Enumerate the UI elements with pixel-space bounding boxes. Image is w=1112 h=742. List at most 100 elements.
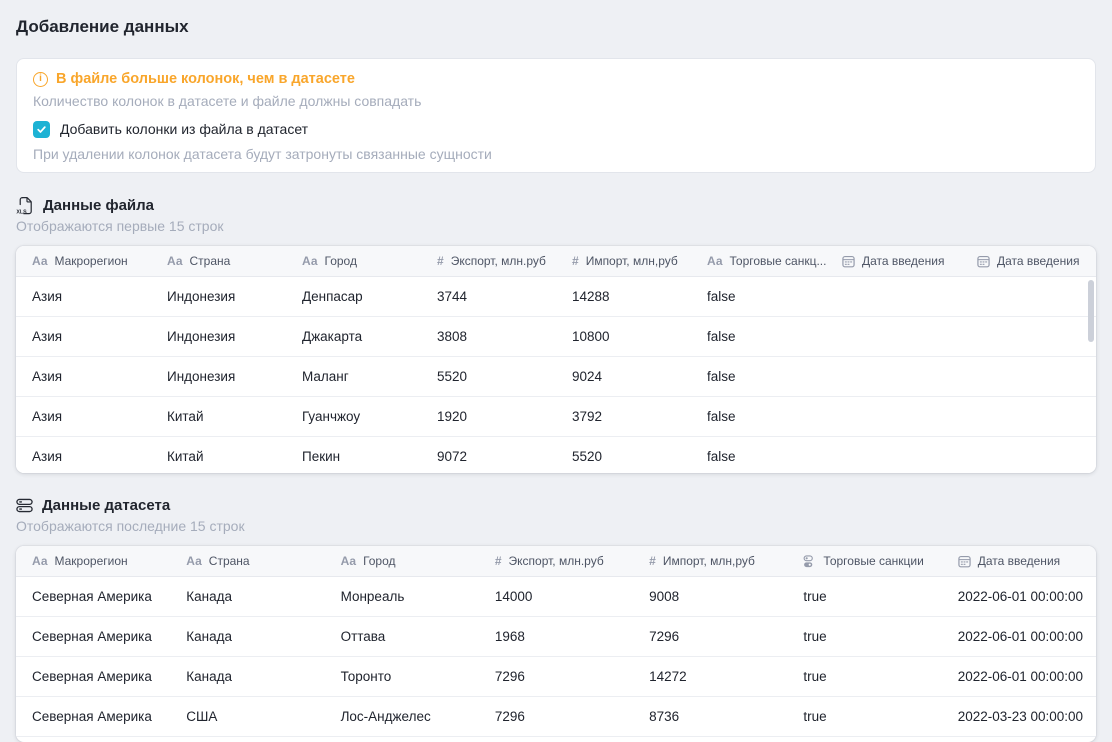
column-header[interactable]: #Экспорт, млн.руб bbox=[421, 254, 556, 268]
table-cell: Канада bbox=[170, 589, 324, 604]
checkmark-icon bbox=[36, 124, 47, 135]
add-columns-checkbox[interactable] bbox=[33, 121, 50, 138]
notice-note: При удалении колонок датасета будут затр… bbox=[33, 146, 1079, 162]
notice-card: i В файле больше колонок, чем в датасете… bbox=[16, 58, 1096, 173]
table-cell: Северная Америка bbox=[16, 669, 170, 684]
file-table: Аа Макрорегион Аа Страна Аа Город #Экспорт, мл… bbox=[16, 246, 1096, 473]
table-cell: Северная Америка bbox=[16, 709, 170, 724]
column-header[interactable]: Дата введения bbox=[942, 554, 1096, 568]
text-type-icon: Аа bbox=[167, 255, 183, 267]
column-header[interactable]: АаСтрана bbox=[170, 554, 324, 568]
text-type-icon: Аа bbox=[32, 555, 48, 567]
column-header[interactable]: #Экспорт, млн.руб bbox=[479, 554, 633, 568]
column-header[interactable]: #Импорт, млн,руб bbox=[556, 254, 691, 268]
table-cell: 10800 bbox=[556, 329, 691, 344]
table-cell: Азия bbox=[16, 369, 151, 384]
table-cell: false bbox=[691, 369, 826, 384]
table-cell: Гуанчжоу bbox=[286, 409, 421, 424]
table-cell: 2022-03-23 00:00:00 bbox=[942, 709, 1096, 724]
table-row: АзияКитайГуанчжоу19203792false bbox=[16, 397, 1096, 437]
notice-title: В файле больше колонок, чем в датасете bbox=[56, 71, 355, 87]
table-cell: 2022-06-01 00:00:00 bbox=[942, 589, 1096, 604]
table-cell: 5520 bbox=[556, 449, 691, 464]
table-cell: true bbox=[787, 589, 941, 604]
column-header[interactable]: Аа Город bbox=[286, 254, 421, 268]
date-type-icon bbox=[842, 255, 855, 268]
table-vertical-scrollbar[interactable] bbox=[1088, 280, 1094, 342]
table-cell: Маланг bbox=[286, 369, 421, 384]
table-cell: Джакарта bbox=[286, 329, 421, 344]
table-cell: США bbox=[170, 709, 324, 724]
text-type-icon: Аа bbox=[32, 255, 48, 267]
column-label: Город bbox=[325, 254, 357, 268]
table-cell: Лос-Анджелес bbox=[325, 709, 479, 724]
table-cell: false bbox=[691, 329, 826, 344]
table-header-row: Аа Макрорегион Аа Страна Аа Город #Экспорт, мл… bbox=[16, 246, 1096, 277]
column-header[interactable]: Аа Город bbox=[325, 554, 479, 568]
number-type-icon: # bbox=[437, 255, 444, 267]
column-label: Экспорт, млн.руб bbox=[509, 554, 604, 568]
table-cell: 3792 bbox=[556, 409, 691, 424]
table-cell: 9008 bbox=[633, 589, 787, 604]
table-row: АзияКитайПекин90725520false bbox=[16, 437, 1096, 473]
table-body: Северная АмерикаКанадаМонреаль140009008t… bbox=[16, 577, 1096, 737]
table-row: Северная АмерикаКанадаОттава19687296true… bbox=[16, 617, 1096, 657]
table-cell: Китай bbox=[151, 449, 286, 464]
table-cell: 5520 bbox=[421, 369, 556, 384]
info-icon: i bbox=[33, 72, 48, 87]
table-cell: Канада bbox=[170, 629, 324, 644]
column-label: Страна bbox=[190, 254, 231, 268]
table-cell: false bbox=[691, 289, 826, 304]
table-header-row: АаМакрорегионАаСтранаАаГород#Экспорт, мл… bbox=[16, 546, 1096, 577]
table-cell: 14000 bbox=[479, 589, 633, 604]
table-cell: 14272 bbox=[633, 669, 787, 684]
table-cell: Индонезия bbox=[151, 369, 286, 384]
column-header[interactable]: #Импорт, млн,руб bbox=[633, 554, 787, 568]
table-row: Северная АмерикаСШАЛос-Анджелес72968736t… bbox=[16, 697, 1096, 737]
column-label: Город bbox=[363, 554, 395, 568]
table-row: АзияИндонезияМаланг55209024false bbox=[16, 357, 1096, 397]
number-type-icon: # bbox=[572, 255, 579, 267]
text-type-icon: Аа bbox=[341, 555, 357, 567]
page-title: Добавление данных bbox=[16, 0, 1096, 37]
table-cell: 2022-06-01 00:00:00 bbox=[942, 669, 1096, 684]
table-cell: Китай bbox=[151, 409, 286, 424]
date-type-icon bbox=[977, 255, 990, 268]
table-cell: Денпасар bbox=[286, 289, 421, 304]
table-cell: 1920 bbox=[421, 409, 556, 424]
file-section-title: Данные файла bbox=[43, 197, 154, 214]
boolean-type-icon bbox=[803, 555, 816, 568]
column-label: Торговые санкции bbox=[823, 554, 923, 568]
column-header[interactable]: Торговые санкции bbox=[787, 554, 941, 568]
table-cell: Индонезия bbox=[151, 329, 286, 344]
column-header[interactable]: Аа Торговые санкц... bbox=[691, 254, 826, 268]
table-cell: Оттава bbox=[325, 629, 479, 644]
table-cell: Азия bbox=[16, 409, 151, 424]
column-header[interactable]: Дата введения bbox=[961, 254, 1096, 268]
table-cell: Азия bbox=[16, 329, 151, 344]
table-cell: false bbox=[691, 409, 826, 424]
text-type-icon: Аа bbox=[707, 255, 723, 267]
column-header[interactable]: АаМакрорегион bbox=[16, 554, 170, 568]
text-type-icon: Аа bbox=[302, 255, 318, 267]
column-label: Дата введения bbox=[997, 254, 1079, 268]
column-label: Торговые санкц... bbox=[730, 254, 827, 268]
notice-subtitle: Количество колонок в датасете и файле до… bbox=[33, 93, 1079, 109]
column-header[interactable]: Аа Макрорегион bbox=[16, 254, 151, 268]
table-cell: 14288 bbox=[556, 289, 691, 304]
table-cell: 1968 bbox=[479, 629, 633, 644]
table-cell: 7296 bbox=[479, 669, 633, 684]
column-label: Дата введения bbox=[862, 254, 944, 268]
table-cell: Северная Америка bbox=[16, 629, 170, 644]
table-cell: Пекин bbox=[286, 449, 421, 464]
column-header[interactable]: Аа Страна bbox=[151, 254, 286, 268]
dataset-section-subtitle: Отображаются последние 15 строк bbox=[16, 518, 1096, 534]
table-cell: 8736 bbox=[633, 709, 787, 724]
table-cell: 7296 bbox=[479, 709, 633, 724]
column-header[interactable]: Дата введения bbox=[826, 254, 961, 268]
column-label: Макрорегион bbox=[55, 254, 128, 268]
notice-title-row: i В файле больше колонок, чем в датасете bbox=[33, 69, 1079, 89]
column-label: Страна bbox=[209, 554, 250, 568]
table-cell: 9024 bbox=[556, 369, 691, 384]
number-type-icon: # bbox=[649, 555, 656, 567]
